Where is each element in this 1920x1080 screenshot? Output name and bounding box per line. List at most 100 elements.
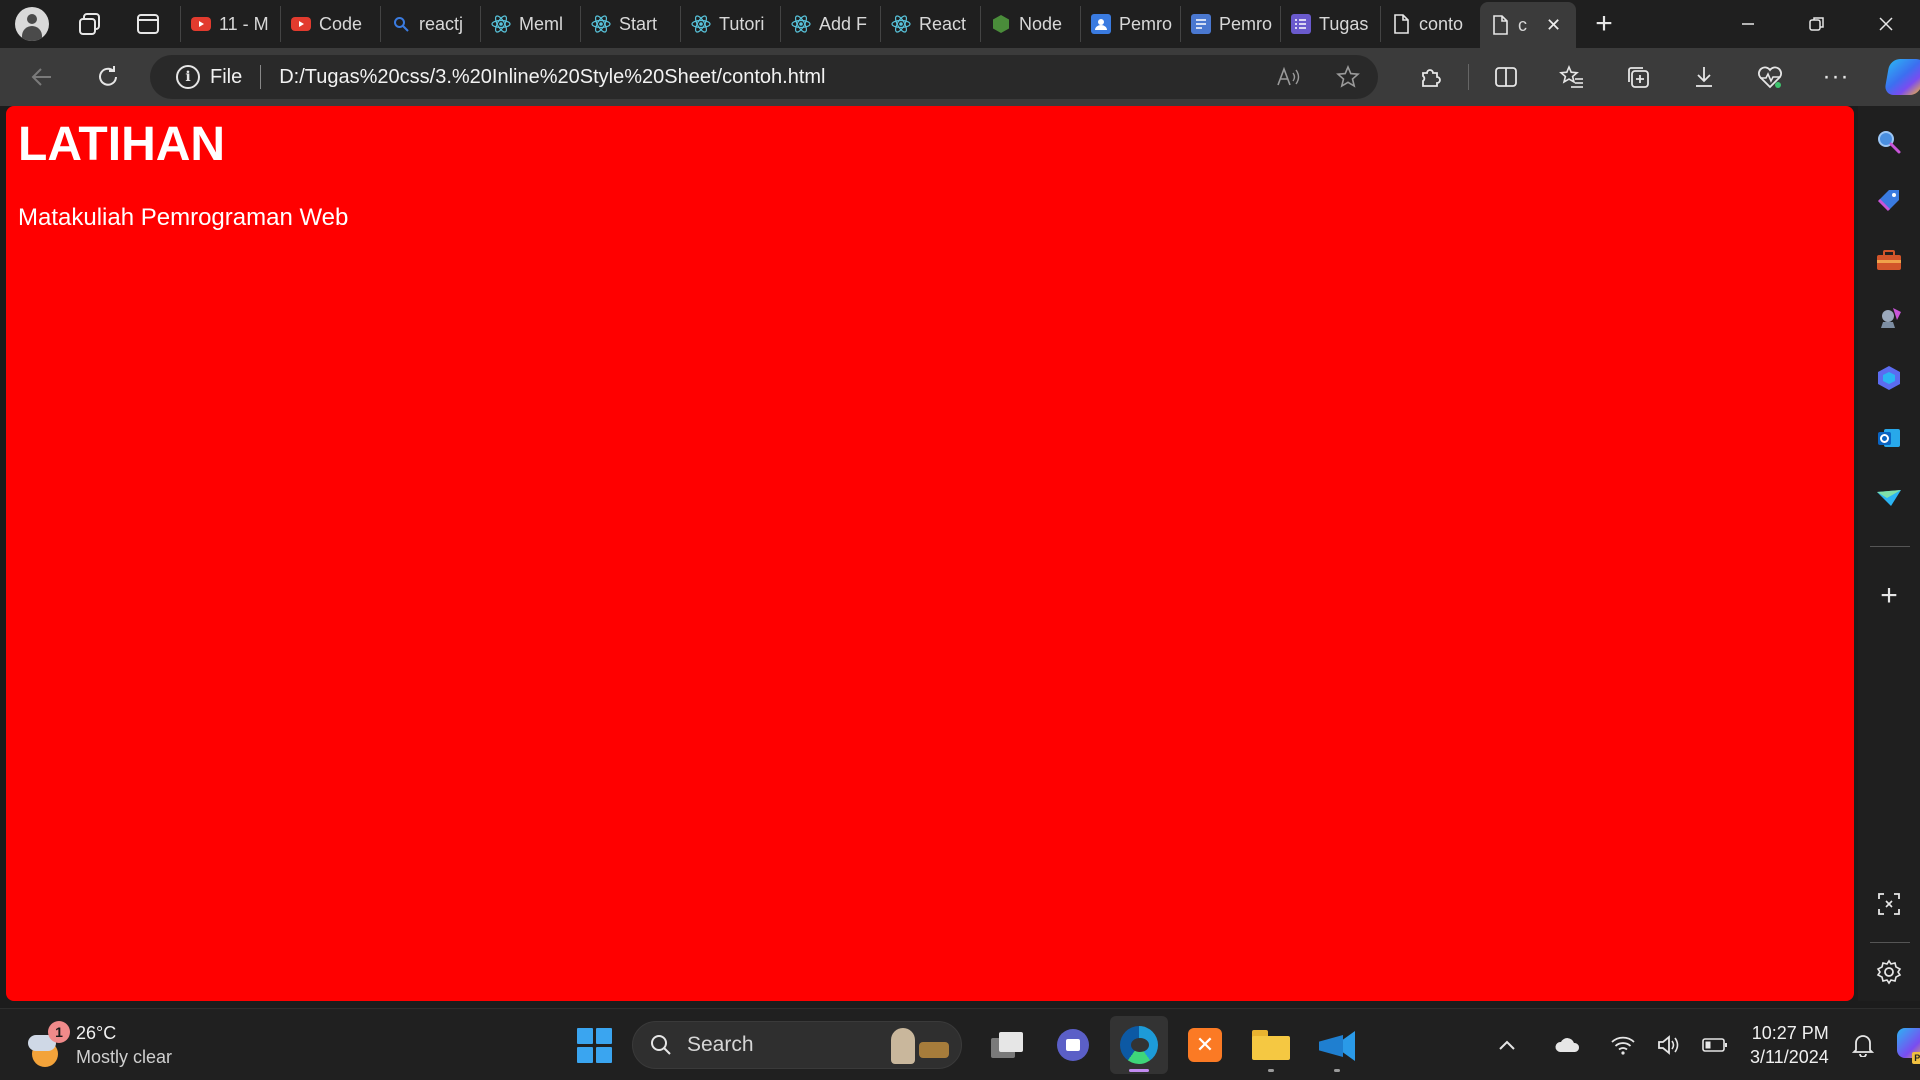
chevron-up-icon xyxy=(1499,1040,1515,1050)
tab-label: Add F xyxy=(819,13,868,34)
meet-app-button[interactable] xyxy=(1044,1016,1102,1074)
star-icon xyxy=(1336,65,1360,88)
vscode-icon xyxy=(1319,1027,1355,1063)
workspaces-icon xyxy=(79,13,100,35)
browser-tab[interactable]: Pemro xyxy=(1080,6,1180,42)
split-screen-icon xyxy=(1495,67,1517,87)
edge-icon xyxy=(1120,1026,1158,1064)
minimize-button[interactable] xyxy=(1713,0,1782,48)
weather-widget[interactable]: 1 26°C Mostly clear xyxy=(28,1021,172,1069)
onedrive-button[interactable] xyxy=(1550,1025,1584,1065)
tab-label: Start xyxy=(619,13,658,34)
browser-tab[interactable]: Tutori xyxy=(680,6,780,42)
browser-tab[interactable]: Start xyxy=(580,6,680,42)
plus-icon: + xyxy=(1880,579,1898,612)
browser-tab[interactable]: React xyxy=(880,6,980,42)
more-dots-icon: ··· xyxy=(1822,63,1850,90)
restore-icon xyxy=(1808,17,1824,31)
sidebar-divider xyxy=(1870,546,1910,547)
downloads-button[interactable] xyxy=(1671,56,1737,98)
info-icon[interactable]: i xyxy=(176,65,200,89)
split-screen-button[interactable] xyxy=(1473,56,1539,98)
sidebar-send-button[interactable] xyxy=(1869,478,1909,518)
sidebar-copilot-button[interactable] xyxy=(1869,358,1909,398)
favorite-button[interactable] xyxy=(1328,56,1368,98)
close-tab-icon[interactable]: ✕ xyxy=(1546,15,1561,36)
browser-tab[interactable]: Pemro xyxy=(1180,6,1280,42)
sidebar-settings-button[interactable] xyxy=(1869,952,1909,992)
address-bar[interactable]: i File D:/Tugas%20css/3.%20Inline%20Styl… xyxy=(150,55,1378,99)
collections-button[interactable] xyxy=(1605,56,1671,98)
running-indicator xyxy=(1334,1069,1340,1072)
show-hidden-icons-button[interactable] xyxy=(1490,1025,1524,1065)
back-button[interactable] xyxy=(18,56,66,98)
notifications-button[interactable] xyxy=(1843,1033,1883,1057)
edge-app-button[interactable] xyxy=(1110,1016,1168,1074)
sidebar-screenshot-button[interactable] xyxy=(1869,884,1909,924)
system-tray: 10:27 PM 3/11/2024 PRE xyxy=(1490,1009,1920,1080)
close-window-button[interactable] xyxy=(1851,0,1920,48)
taskbar-search-box[interactable]: Search xyxy=(632,1021,962,1069)
search-label: Search xyxy=(687,1033,754,1056)
copilot-icon[interactable] xyxy=(1883,59,1920,95)
performance-button[interactable] xyxy=(1737,56,1803,98)
cloud-icon xyxy=(1555,1038,1580,1052)
battery-button[interactable] xyxy=(1698,1025,1732,1065)
refresh-icon xyxy=(99,66,117,86)
tab-actions-button[interactable] xyxy=(124,4,172,44)
sidebar-search-button[interactable] xyxy=(1869,122,1909,162)
page-icon xyxy=(1490,15,1510,35)
screenshot-icon xyxy=(1878,893,1900,915)
browser-tab[interactable]: reactj xyxy=(380,6,480,42)
vscode-app-button[interactable] xyxy=(1308,1016,1366,1074)
copilot-preview-button[interactable]: PRE xyxy=(1896,1028,1920,1064)
profile-avatar-icon xyxy=(15,7,49,41)
sidebar-divider xyxy=(1870,942,1910,943)
extensions-button[interactable] xyxy=(1398,56,1464,98)
sidebar-add-button[interactable]: + xyxy=(1869,576,1909,616)
address-url[interactable]: D:/Tugas%20css/3.%20Inline%20Style%20She… xyxy=(279,66,825,89)
favorites-button[interactable] xyxy=(1539,56,1605,98)
refresh-button[interactable] xyxy=(84,56,132,98)
sidebar-outlook-button[interactable] xyxy=(1869,418,1909,458)
volume-button[interactable] xyxy=(1652,1025,1686,1065)
windows-start-button[interactable] xyxy=(568,1019,620,1071)
react-icon xyxy=(891,14,911,34)
new-tab-button[interactable]: + xyxy=(1580,4,1628,44)
meet-icon xyxy=(1057,1029,1089,1061)
weather-icon: 1 xyxy=(28,1021,70,1067)
sidebar-shopping-button[interactable] xyxy=(1869,180,1909,220)
sidebar-tools-button[interactable] xyxy=(1869,240,1909,280)
address-divider xyxy=(260,65,262,89)
file-explorer-button[interactable] xyxy=(1242,1016,1300,1074)
search-icon xyxy=(1878,131,1901,154)
task-view-icon xyxy=(991,1032,1023,1058)
read-aloud-button[interactable] xyxy=(1268,56,1308,98)
vertical-tabs-icon xyxy=(137,14,159,34)
paper-plane-icon xyxy=(1877,490,1901,506)
browser-window: 11 - M Code reactj Meml Start Tutori Add F Reac… xyxy=(0,0,1920,1080)
browser-tab[interactable]: 11 - M xyxy=(180,6,280,42)
browser-tab[interactable]: Meml xyxy=(480,6,580,42)
browser-tab[interactable]: Add F xyxy=(780,6,880,42)
folder-icon xyxy=(1252,1030,1290,1060)
more-menu-button[interactable]: ··· xyxy=(1803,56,1869,98)
profile-button[interactable] xyxy=(8,4,56,44)
clock[interactable]: 10:27 PM 3/11/2024 xyxy=(1750,1021,1829,1069)
task-view-button[interactable] xyxy=(978,1016,1036,1074)
wifi-button[interactable] xyxy=(1606,1025,1640,1065)
xampp-app-button[interactable]: ✕ xyxy=(1176,1016,1234,1074)
contact-card-icon xyxy=(1091,14,1111,34)
browser-tab[interactable]: Tugas xyxy=(1280,6,1380,42)
weather-condition: Mostly clear xyxy=(76,1047,173,1067)
browser-tab[interactable]: Node xyxy=(980,6,1080,42)
toolbox-icon xyxy=(1877,250,1901,270)
browser-tab[interactable]: c ✕ xyxy=(1480,2,1576,48)
browser-tab[interactable]: Code xyxy=(280,6,380,42)
react-icon xyxy=(491,14,511,34)
browser-tab[interactable]: conto xyxy=(1380,6,1480,42)
workspaces-button[interactable] xyxy=(66,4,114,44)
restore-button[interactable] xyxy=(1782,0,1851,48)
tab-label: Pemro xyxy=(1219,13,1273,34)
sidebar-games-button[interactable] xyxy=(1869,298,1909,338)
